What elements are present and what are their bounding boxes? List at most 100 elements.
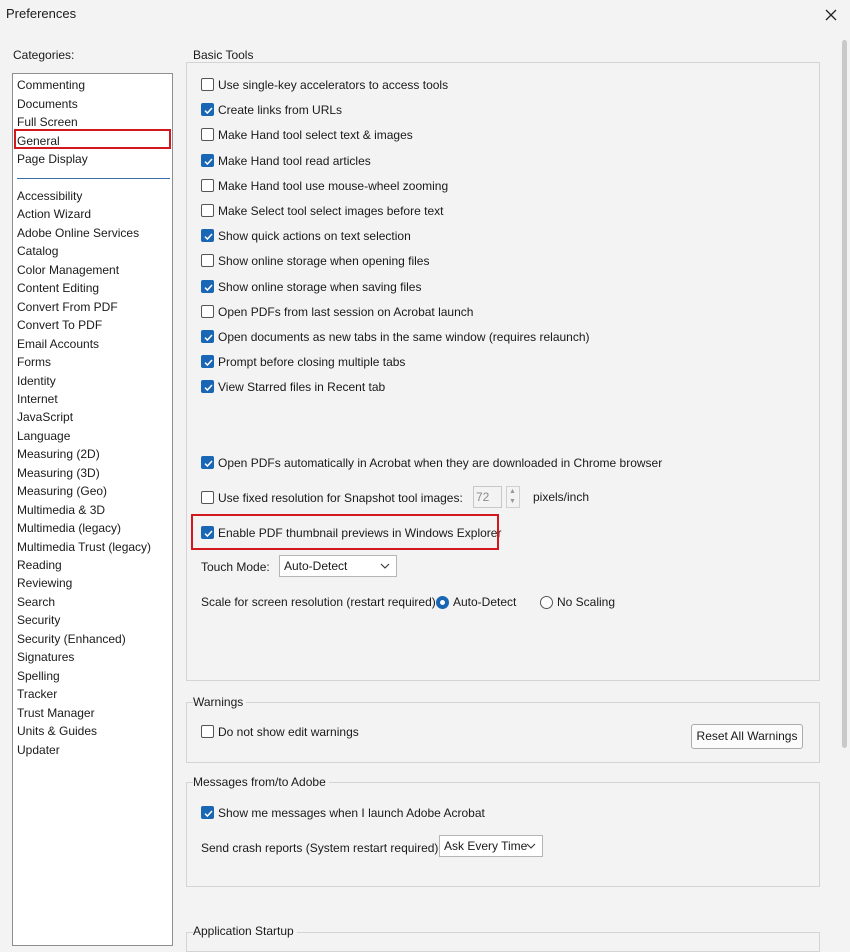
category-item[interactable]: Internet — [17, 390, 58, 408]
crash-reports-label: Send crash reports (System restart requi… — [201, 841, 442, 855]
category-item[interactable]: Documents — [17, 95, 78, 113]
scrollbar[interactable] — [842, 40, 847, 748]
resolution-unit: pixels/inch — [533, 490, 590, 504]
check-icon — [204, 233, 213, 241]
messages-checkbox[interactable] — [201, 806, 214, 819]
category-item[interactable]: Commenting — [17, 76, 85, 94]
category-item[interactable]: Reviewing — [17, 574, 72, 592]
touch-mode-select[interactable]: Auto-Detect — [279, 555, 397, 577]
option-label: Make Select tool select images before te… — [218, 204, 444, 218]
crash-reports-select[interactable]: Ask Every Time — [439, 835, 543, 857]
category-item[interactable]: Page Display — [17, 150, 88, 168]
checkbox[interactable] — [201, 204, 214, 217]
checkbox[interactable] — [201, 304, 214, 318]
scale-label: Scale for screen resolution (restart req… — [201, 595, 440, 609]
category-item[interactable]: Multimedia (legacy) — [17, 519, 121, 537]
messages-option-label: Show me messages when I launch Adobe Acr… — [218, 806, 485, 820]
checkbox[interactable] — [201, 153, 214, 167]
check-icon — [204, 284, 213, 291]
category-item[interactable]: Search — [17, 593, 55, 611]
crash-reports-value: Ask Every Time — [444, 839, 528, 853]
category-item[interactable]: Identity — [17, 372, 56, 390]
scale-auto-label: Auto-Detect — [453, 595, 517, 609]
option-label: View Starred files in Recent tab — [218, 380, 386, 395]
check-icon — [204, 460, 213, 468]
option-label: Show quick actions on text selection — [218, 229, 411, 244]
warnings-title: Warnings — [193, 695, 247, 709]
checkbox[interactable] — [201, 330, 214, 343]
scale-none-label: No Scaling — [557, 595, 616, 609]
messages-title: Messages from/to Adobe — [193, 775, 329, 789]
window-title: Preferences — [6, 6, 77, 21]
fixed-resolution-checkbox[interactable] — [201, 491, 214, 504]
category-item[interactable]: Measuring (3D) — [17, 464, 100, 482]
checkbox[interactable] — [201, 229, 214, 243]
checkbox[interactable] — [201, 178, 214, 192]
checkbox[interactable] — [201, 380, 214, 394]
category-item[interactable]: Trust Manager — [17, 704, 95, 722]
resolution-input[interactable]: 72 — [473, 486, 502, 508]
check-icon — [204, 810, 213, 818]
category-item[interactable]: Color Management — [17, 261, 119, 279]
thumbnail-highlight — [191, 514, 499, 550]
scale-none-radio[interactable] — [540, 596, 553, 609]
check-icon — [204, 384, 213, 392]
category-item[interactable]: Action Wizard — [17, 205, 91, 223]
stepper-down-icon[interactable]: ▼ — [509, 498, 516, 505]
scale-auto-radio[interactable] — [436, 596, 449, 609]
category-item[interactable]: Language — [17, 427, 70, 445]
edit-warnings-checkbox[interactable] — [201, 725, 214, 738]
checkbox[interactable] — [201, 355, 214, 369]
category-item[interactable]: Email Accounts — [17, 335, 99, 353]
category-item[interactable]: General — [17, 132, 60, 150]
check-icon — [204, 158, 213, 165]
chrome-option-label: Open PDFs automatically in Acrobat when … — [218, 456, 663, 470]
category-item[interactable]: Units & Guides — [17, 722, 97, 740]
option-label: Open documents as new tabs in the same w… — [218, 330, 590, 344]
checkbox[interactable] — [201, 279, 214, 293]
chrome-checkbox[interactable] — [201, 456, 214, 469]
close-icon[interactable] — [820, 3, 842, 25]
option-label: Show online storage when saving files — [218, 279, 422, 294]
checkbox[interactable] — [201, 254, 214, 268]
categories-list[interactable]: Commenting Documents Full Screen General Pag… — [12, 73, 173, 946]
category-item[interactable]: Convert To PDF — [17, 316, 102, 334]
category-item[interactable]: JavaScript — [17, 408, 73, 426]
startup-title: Application Startup — [193, 924, 297, 938]
category-item[interactable]: Spelling — [17, 667, 60, 685]
category-item[interactable]: Signatures — [17, 648, 74, 666]
checkbox[interactable] — [201, 128, 214, 142]
checkbox[interactable] — [201, 78, 214, 91]
option-label: Show online storage when opening files — [218, 254, 430, 269]
touch-mode-value: Auto-Detect — [284, 559, 348, 573]
category-item[interactable]: Reading — [17, 556, 62, 574]
category-item[interactable]: Updater — [17, 741, 60, 759]
category-item[interactable]: Multimedia Trust (legacy) — [17, 538, 151, 556]
fixed-resolution-label: Use fixed resolution for Snapshot tool i… — [218, 491, 463, 505]
category-item[interactable]: Convert From PDF — [17, 298, 118, 316]
category-item[interactable]: Adobe Online Services — [17, 224, 139, 242]
resolution-stepper[interactable]: ▲ ▼ — [506, 486, 520, 508]
category-item[interactable]: Security — [17, 611, 60, 629]
category-item[interactable]: Multimedia & 3D — [17, 501, 105, 519]
category-item[interactable]: Tracker — [17, 685, 57, 703]
category-item[interactable]: Catalog — [17, 242, 58, 260]
chevron-down-icon — [380, 556, 390, 582]
category-item[interactable]: Content Editing — [17, 279, 99, 297]
check-icon — [204, 359, 213, 367]
option-label: Make Hand tool use mouse-wheel zooming — [218, 178, 449, 193]
category-item[interactable]: Forms — [17, 353, 51, 371]
reset-warnings-button[interactable]: Reset All Warnings — [691, 724, 803, 749]
category-item[interactable]: Measuring (2D) — [17, 445, 100, 463]
category-item[interactable]: Accessibility — [17, 187, 82, 205]
option-label: Open PDFs from last session on Acrobat l… — [218, 304, 474, 319]
chevron-down-icon — [526, 836, 536, 862]
checkbox[interactable] — [201, 103, 214, 117]
touch-mode-label: Touch Mode: — [201, 560, 270, 574]
categories-label: Categories: — [13, 48, 75, 62]
stepper-up-icon[interactable]: ▲ — [509, 488, 516, 495]
category-item[interactable]: Measuring (Geo) — [17, 482, 107, 500]
category-item[interactable]: Security (Enhanced) — [17, 630, 126, 648]
category-item[interactable]: Full Screen — [17, 113, 78, 131]
edit-warnings-label: Do not show edit warnings — [218, 725, 359, 739]
